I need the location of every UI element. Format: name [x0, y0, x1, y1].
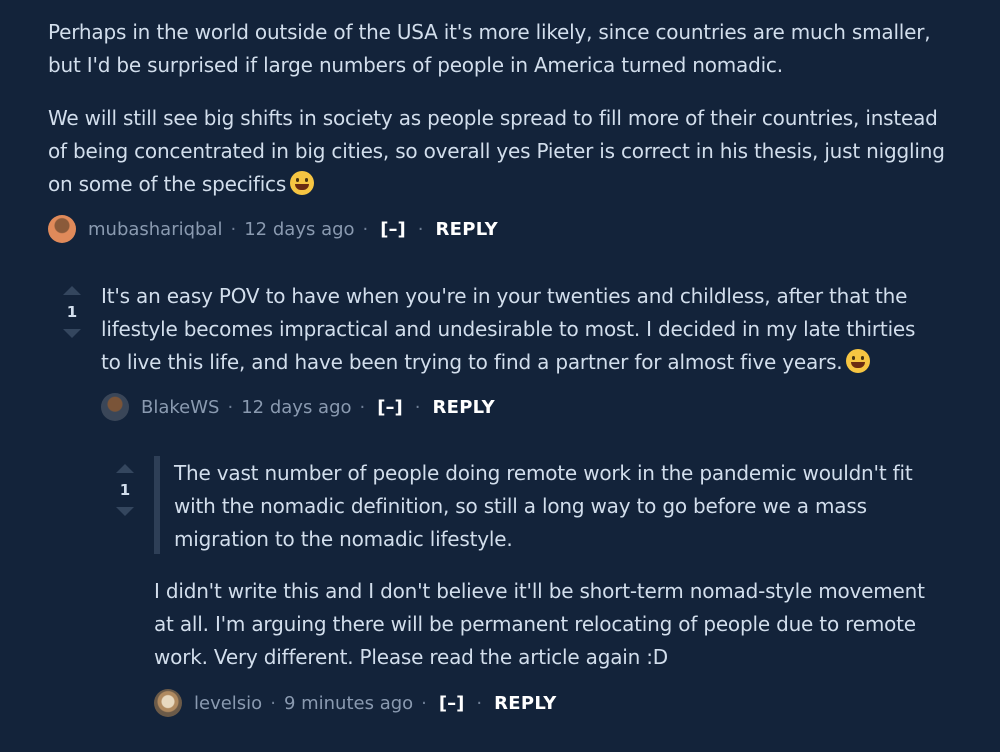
- comment-text: We will still see big shifts in society …: [48, 106, 945, 196]
- separator: ·: [417, 218, 424, 240]
- blockquote: The vast number of people doing remote w…: [154, 456, 944, 554]
- collapse-toggle[interactable]: [–]: [439, 693, 464, 714]
- reply-button[interactable]: REPLY: [432, 397, 495, 418]
- comment-text: It's an easy POV to have when you're in …: [101, 284, 916, 374]
- avatar[interactable]: [101, 393, 129, 421]
- comment-meta: levelsio · 9 minutes ago · [–] · REPLY: [154, 688, 557, 718]
- separator: ·: [421, 692, 427, 714]
- vote-count: 1: [119, 481, 131, 499]
- comment-meta: mubashariqbal · 12 days ago · [–] · REPL…: [48, 214, 498, 244]
- separator: ·: [227, 396, 234, 418]
- author-link[interactable]: BlakeWS: [141, 397, 219, 418]
- comment-text: I didn't write this and I don't believe …: [154, 579, 925, 669]
- laughing-face-emoji-icon: [846, 349, 871, 373]
- upvote-icon[interactable]: [116, 464, 134, 473]
- separator: ·: [476, 692, 483, 714]
- avatar[interactable]: [154, 689, 182, 717]
- avatar[interactable]: [48, 215, 76, 243]
- separator: ·: [230, 218, 237, 240]
- author-link[interactable]: levelsio: [194, 693, 262, 714]
- separator: ·: [362, 218, 369, 240]
- timestamp[interactable]: 12 days ago: [241, 397, 351, 418]
- comment-meta: BlakeWS · 12 days ago · [–] · REPLY: [101, 392, 495, 422]
- collapse-toggle[interactable]: [–]: [380, 219, 405, 240]
- comment-text: Perhaps in the world outside of the USA …: [48, 20, 931, 77]
- timestamp[interactable]: 12 days ago: [244, 219, 354, 240]
- downvote-icon[interactable]: [116, 507, 134, 516]
- separator: ·: [270, 692, 276, 714]
- comment-thread: Perhaps in the world outside of the USA …: [0, 0, 1000, 752]
- downvote-icon[interactable]: [63, 329, 81, 338]
- author-link[interactable]: mubashariqbal: [88, 219, 223, 240]
- upvote-icon[interactable]: [63, 286, 81, 295]
- separator: ·: [359, 396, 366, 418]
- collapse-toggle[interactable]: [–]: [377, 397, 402, 418]
- quote-text: The vast number of people doing remote w…: [174, 461, 913, 551]
- vote-controls: 1: [60, 286, 84, 338]
- reply-button[interactable]: REPLY: [435, 219, 498, 240]
- reply-button[interactable]: REPLY: [494, 693, 557, 714]
- vote-controls: 1: [113, 464, 137, 516]
- separator: ·: [414, 396, 421, 418]
- timestamp[interactable]: 9 minutes ago: [284, 693, 413, 714]
- vote-count: 1: [66, 303, 78, 321]
- grinning-face-emoji-icon: [290, 171, 315, 195]
